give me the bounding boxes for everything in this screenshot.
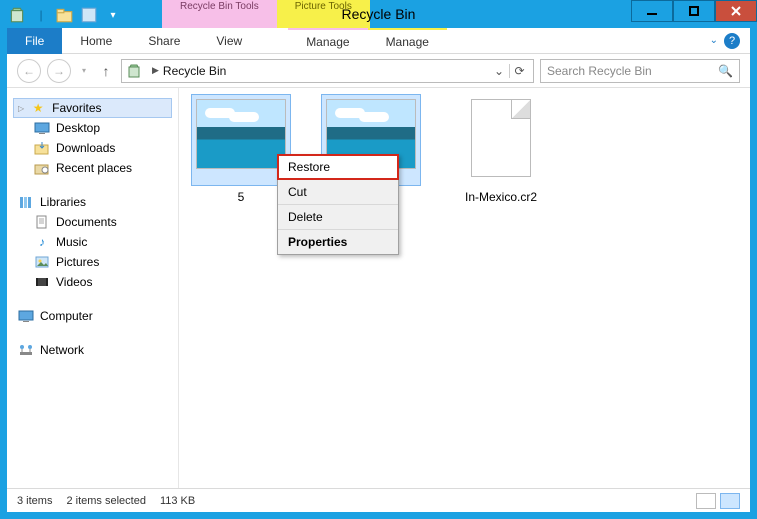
ribbon: File Home Share View Manage Manage ⌄ ?: [7, 28, 750, 54]
music-icon: ♪: [34, 234, 50, 250]
image-thumbnail: [196, 99, 286, 169]
nav-label: Computer: [40, 309, 93, 323]
breadcrumb-location[interactable]: Recycle Bin: [163, 64, 226, 78]
navigation-bar: ← → ▾ ↑ ▶ Recycle Bin ⌄ ⟳ Search Recycle…: [7, 54, 750, 88]
collapse-icon: ▷: [18, 104, 24, 113]
favorites-star-icon: ★: [30, 100, 46, 116]
help-icon[interactable]: ?: [724, 33, 740, 49]
recent-places-icon: [34, 160, 50, 176]
content-area[interactable]: 5 In-Mexico.cr2 Restore Cut Delete Prope…: [179, 88, 750, 488]
nav-label: Libraries: [40, 195, 86, 209]
address-bar[interactable]: ▶ Recycle Bin ⌄ ⟳: [121, 59, 534, 83]
maximize-button[interactable]: [673, 0, 715, 22]
search-input[interactable]: Search Recycle Bin 🔍: [540, 59, 740, 83]
status-item-count: 3 items: [17, 495, 52, 507]
recycle-bin-icon: [126, 63, 142, 79]
nav-item-label: Videos: [56, 275, 92, 289]
forward-button[interactable]: →: [47, 59, 71, 83]
context-menu-properties[interactable]: Properties: [278, 229, 398, 254]
ribbon-tab-view[interactable]: View: [198, 28, 260, 54]
properties-icon[interactable]: [80, 6, 98, 24]
new-folder-icon[interactable]: [56, 6, 74, 24]
nav-item-label: Downloads: [56, 141, 115, 155]
address-dropdown-icon[interactable]: ⌄: [489, 64, 509, 78]
titlebar: | ▾ Recycle Bin Tools Picture Tools Recy…: [0, 0, 757, 30]
contextual-tab-label: Recycle Bin Tools: [180, 1, 259, 13]
close-button[interactable]: [715, 0, 757, 22]
documents-icon: [34, 214, 50, 230]
nav-label: Network: [40, 343, 84, 357]
desktop-icon: [34, 120, 50, 136]
ribbon-tab-home[interactable]: Home: [62, 28, 130, 54]
file-tab[interactable]: File: [7, 28, 62, 54]
nav-item-label: Pictures: [56, 255, 99, 269]
nav-item-recent-places[interactable]: Recent places: [13, 158, 172, 178]
status-size: 113 KB: [160, 495, 195, 507]
downloads-icon: [34, 140, 50, 156]
context-menu-delete[interactable]: Delete: [278, 204, 398, 229]
ribbon-tab-manage-picture[interactable]: Manage: [368, 28, 447, 54]
ribbon-tab-manage-recycle[interactable]: Manage: [288, 28, 367, 54]
overflow-icon[interactable]: ▾: [104, 6, 122, 24]
up-button[interactable]: ↑: [97, 63, 115, 79]
context-menu: Restore Cut Delete Properties: [277, 154, 399, 255]
nav-item-desktop[interactable]: Desktop: [13, 118, 172, 138]
context-menu-cut[interactable]: Cut: [278, 179, 398, 204]
file-name: 5: [191, 190, 291, 204]
nav-item-label: Desktop: [56, 121, 100, 135]
nav-favorites[interactable]: ▷ ★ Favorites: [13, 98, 172, 118]
videos-icon: [34, 274, 50, 290]
minimize-button[interactable]: [631, 0, 673, 22]
back-button[interactable]: ←: [17, 59, 41, 83]
nav-item-label: Documents: [56, 215, 117, 229]
nav-network[interactable]: Network: [13, 340, 172, 360]
separator: |: [32, 6, 50, 24]
breadcrumb-chevron-icon[interactable]: ▶: [152, 65, 159, 76]
view-large-icons-button[interactable]: [720, 493, 740, 509]
recycle-bin-small-icon: [8, 6, 26, 24]
ribbon-expand-icon[interactable]: ⌄: [710, 35, 718, 46]
nav-item-label: Recent places: [56, 161, 132, 175]
nav-item-music[interactable]: ♪ Music: [13, 232, 172, 252]
status-bar: 3 items 2 items selected 113 KB: [7, 488, 750, 512]
network-icon: [18, 342, 34, 358]
navigation-pane: ▷ ★ Favorites Desktop Downloads Recent p…: [7, 88, 179, 488]
file-item[interactable]: In-Mexico.cr2: [451, 94, 551, 204]
search-placeholder: Search Recycle Bin: [547, 64, 652, 78]
file-item[interactable]: 5: [191, 94, 291, 204]
nav-item-downloads[interactable]: Downloads: [13, 138, 172, 158]
file-icon: [471, 99, 531, 177]
nav-item-label: Music: [56, 235, 87, 249]
nav-item-documents[interactable]: Documents: [13, 212, 172, 232]
file-name: In-Mexico.cr2: [451, 190, 551, 204]
nav-libraries[interactable]: Libraries: [13, 192, 172, 212]
contextual-tab-recycle-bin-tools[interactable]: Recycle Bin Tools: [162, 0, 277, 30]
nav-computer[interactable]: Computer: [13, 306, 172, 326]
context-menu-restore[interactable]: Restore: [278, 155, 398, 179]
nav-item-pictures[interactable]: Pictures: [13, 252, 172, 272]
ribbon-tab-share[interactable]: Share: [130, 28, 198, 54]
status-selection: 2 items selected: [66, 495, 145, 507]
computer-icon: [18, 308, 34, 324]
nav-label: Favorites: [52, 101, 101, 115]
window-title: Recycle Bin: [279, 6, 479, 22]
search-icon: 🔍: [718, 64, 733, 78]
libraries-icon: [18, 194, 34, 210]
nav-item-videos[interactable]: Videos: [13, 272, 172, 292]
history-dropdown[interactable]: ▾: [77, 59, 91, 83]
refresh-button[interactable]: ⟳: [509, 64, 529, 78]
view-details-button[interactable]: [696, 493, 716, 509]
pictures-icon: [34, 254, 50, 270]
